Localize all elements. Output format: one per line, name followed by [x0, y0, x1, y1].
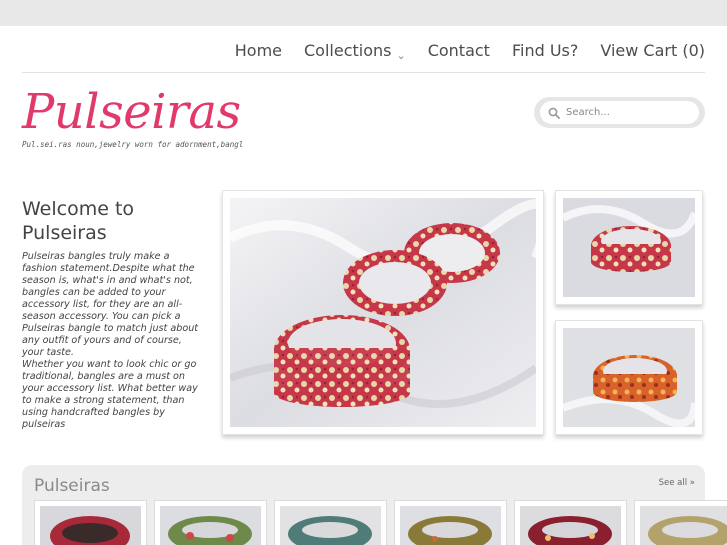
nav-home[interactable]: Home — [235, 41, 282, 60]
product-thumb[interactable] — [154, 500, 267, 545]
section-title: Pulseiras — [34, 476, 110, 496]
logo-title: Pulseiras — [22, 84, 241, 140]
chevron-down-icon: ⌄ — [396, 48, 406, 62]
product-image — [400, 506, 501, 545]
welcome-heading: Welcome to Pulseiras — [22, 198, 135, 244]
nav-view-cart[interactable]: View Cart (0) — [600, 41, 705, 60]
see-all-link[interactable]: See all » — [659, 478, 695, 488]
search-input[interactable] — [566, 107, 686, 118]
side-image-top — [563, 198, 695, 297]
product-thumb[interactable] — [34, 500, 147, 545]
welcome-text: Pulseiras bangles truly make a fashion s… — [22, 251, 199, 430]
side-photo-bottom[interactable] — [555, 320, 703, 435]
nav-divider — [22, 72, 705, 73]
top-bar — [0, 0, 727, 26]
side-photo-top[interactable] — [555, 190, 703, 305]
product-image — [160, 506, 261, 545]
product-image — [40, 506, 141, 545]
product-thumbnails — [34, 500, 727, 545]
product-thumb[interactable] — [274, 500, 387, 545]
featured-photo[interactable] — [222, 190, 544, 435]
welcome-block: Welcome to Pulseiras Pulseiras bangles t… — [22, 197, 204, 431]
featured-image — [230, 198, 536, 427]
search-field-wrapper — [540, 101, 699, 124]
search-box — [534, 97, 705, 128]
product-image — [280, 506, 381, 545]
side-image-bottom — [563, 328, 695, 427]
site-logo[interactable]: Pulseiras Pul.sei.ras noun,jewelry worn … — [22, 84, 244, 149]
product-thumb[interactable] — [634, 500, 727, 545]
product-image — [640, 506, 727, 545]
search-icon — [548, 107, 560, 119]
nav-contact[interactable]: Contact — [428, 41, 490, 60]
logo-tagline: Pul.sei.ras noun,jewelry worn for adornm… — [22, 140, 244, 149]
nav-collections-label: Collections — [304, 40, 392, 60]
main-nav: Home Collections ⌄ Contact Find Us? View … — [213, 38, 705, 62]
nav-collections[interactable]: Collections ⌄ — [304, 40, 406, 62]
nav-find-us[interactable]: Find Us? — [512, 41, 578, 60]
collection-section: Pulseiras See all » — [22, 465, 727, 545]
product-image — [520, 506, 621, 545]
product-thumb[interactable] — [394, 500, 507, 545]
product-thumb[interactable] — [514, 500, 627, 545]
